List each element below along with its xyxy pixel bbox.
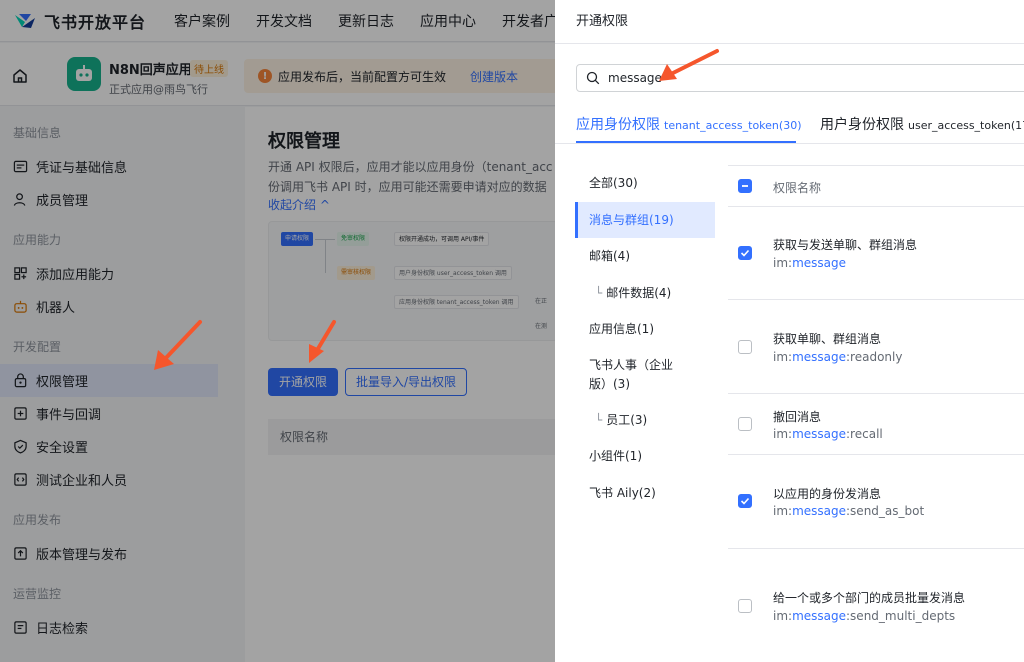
category-mail[interactable]: 邮箱(4) [575,238,715,275]
category-list: 全部(30) 消息与群组(19) 邮箱(4) └ 邮件数据(4) 应用信息(1) … [575,165,715,511]
permission-name: 获取与发送单聊、群组消息 [773,238,918,252]
scope-suffix: :recall [846,427,883,441]
tab-label: 用户身份权限 [820,117,904,133]
row-checkbox[interactable] [738,599,752,613]
permission-name: 获取单聊、群组消息 [773,332,882,346]
row-checkbox[interactable] [738,340,752,354]
category-mail-data[interactable]: └ 邮件数据(4) [575,275,715,312]
check-icon [740,497,750,505]
category-label: 员工(3) [606,412,648,427]
annotation-arrow-sidebar [154,320,202,370]
scope-suffix: :send_as_bot [846,504,925,518]
permission-code: im:message:send_multi_depts [773,609,955,623]
permission-name-header: 权限名称 [773,181,822,195]
scope-prefix: im: [773,609,793,623]
row-checkbox[interactable] [738,246,752,260]
tab-token: tenant_access_token(30) [664,119,802,132]
enable-permission-drawer: 开通权限 应用身份权限 tenant_access_token(30) 用户身份权… [555,0,1024,662]
check-icon [740,249,750,257]
scope-suffix: :send_multi_depts [846,609,956,623]
annotation-arrow-search [659,49,719,81]
indeterminate-icon [742,185,748,187]
scope-keyword: message [792,350,847,364]
annotation-arrow-button [309,320,336,363]
tab-label: 应用身份权限 [576,117,660,133]
tab-tenant-permissions[interactable]: 应用身份权限 tenant_access_token(30) [576,114,801,134]
row-checkbox[interactable] [738,417,752,431]
scope-keyword: message [792,609,847,623]
tab-user-permissions[interactable]: 用户身份权限 user_access_token(17) [820,114,1024,134]
permission-table: 权限名称 获取与发送单聊、群组消息 im:message 获取单聊、群组消息 i… [728,165,1024,661]
category-employee[interactable]: └ 员工(3) [575,402,715,439]
scope-prefix: im: [773,504,793,518]
divider [555,43,1024,44]
permission-code: im:message:recall [773,427,883,441]
scope-prefix: im: [773,350,793,364]
permission-name: 给一个或多个部门的成员批量发消息 [773,591,966,605]
permission-code: im:message [773,256,846,270]
tree-branch-icon: └ [595,285,603,300]
permission-name: 以应用的身份发消息 [773,487,882,501]
category-label: 邮件数据(4) [606,285,672,300]
scope-keyword: message [792,427,847,441]
row-checkbox[interactable] [738,494,752,508]
permission-table-header: 权限名称 [728,165,1024,207]
modal-overlay[interactable] [0,0,555,662]
table-row[interactable]: 以应用的身份发消息 im:message:send_as_bot [728,455,1024,549]
category-hr[interactable]: 飞书人事（企业版）(3) [575,348,675,402]
table-row[interactable]: 获取与发送单聊、群组消息 im:message [728,207,1024,300]
select-all-checkbox[interactable] [738,179,752,193]
scope-prefix: im: [773,256,793,270]
permission-code: im:message:readonly [773,350,902,364]
tree-branch-icon: └ [595,412,603,427]
drawer-title: 开通权限 [576,14,629,29]
permission-name: 撤回消息 [773,410,822,424]
category-app-info[interactable]: 应用信息(1) [575,311,715,348]
scope-keyword: message [792,256,847,270]
table-row[interactable]: 撤回消息 im:message:recall [728,394,1024,455]
table-row[interactable]: 获取单聊、群组消息 im:message:readonly [728,300,1024,394]
search-box[interactable] [576,64,1024,92]
tab-indicator [576,141,796,143]
category-aily[interactable]: 飞书 Aily(2) [575,475,715,512]
scope-keyword: message [792,504,847,518]
table-row[interactable]: 给一个或多个部门的成员批量发消息 im:message:send_multi_d… [728,549,1024,661]
category-messaging[interactable]: 消息与群组(19) [575,201,715,238]
identity-tabs: 应用身份权限 tenant_access_token(30) 用户身份权限 user… [555,108,1024,144]
permission-code: im:message:send_as_bot [773,504,924,518]
scope-prefix: im: [773,427,793,441]
search-icon [586,71,600,85]
category-all[interactable]: 全部(30) [575,165,715,202]
category-widget[interactable]: 小组件(1) [575,438,715,475]
tab-token: user_access_token(17) [908,119,1024,132]
scope-suffix: :readonly [846,350,903,364]
